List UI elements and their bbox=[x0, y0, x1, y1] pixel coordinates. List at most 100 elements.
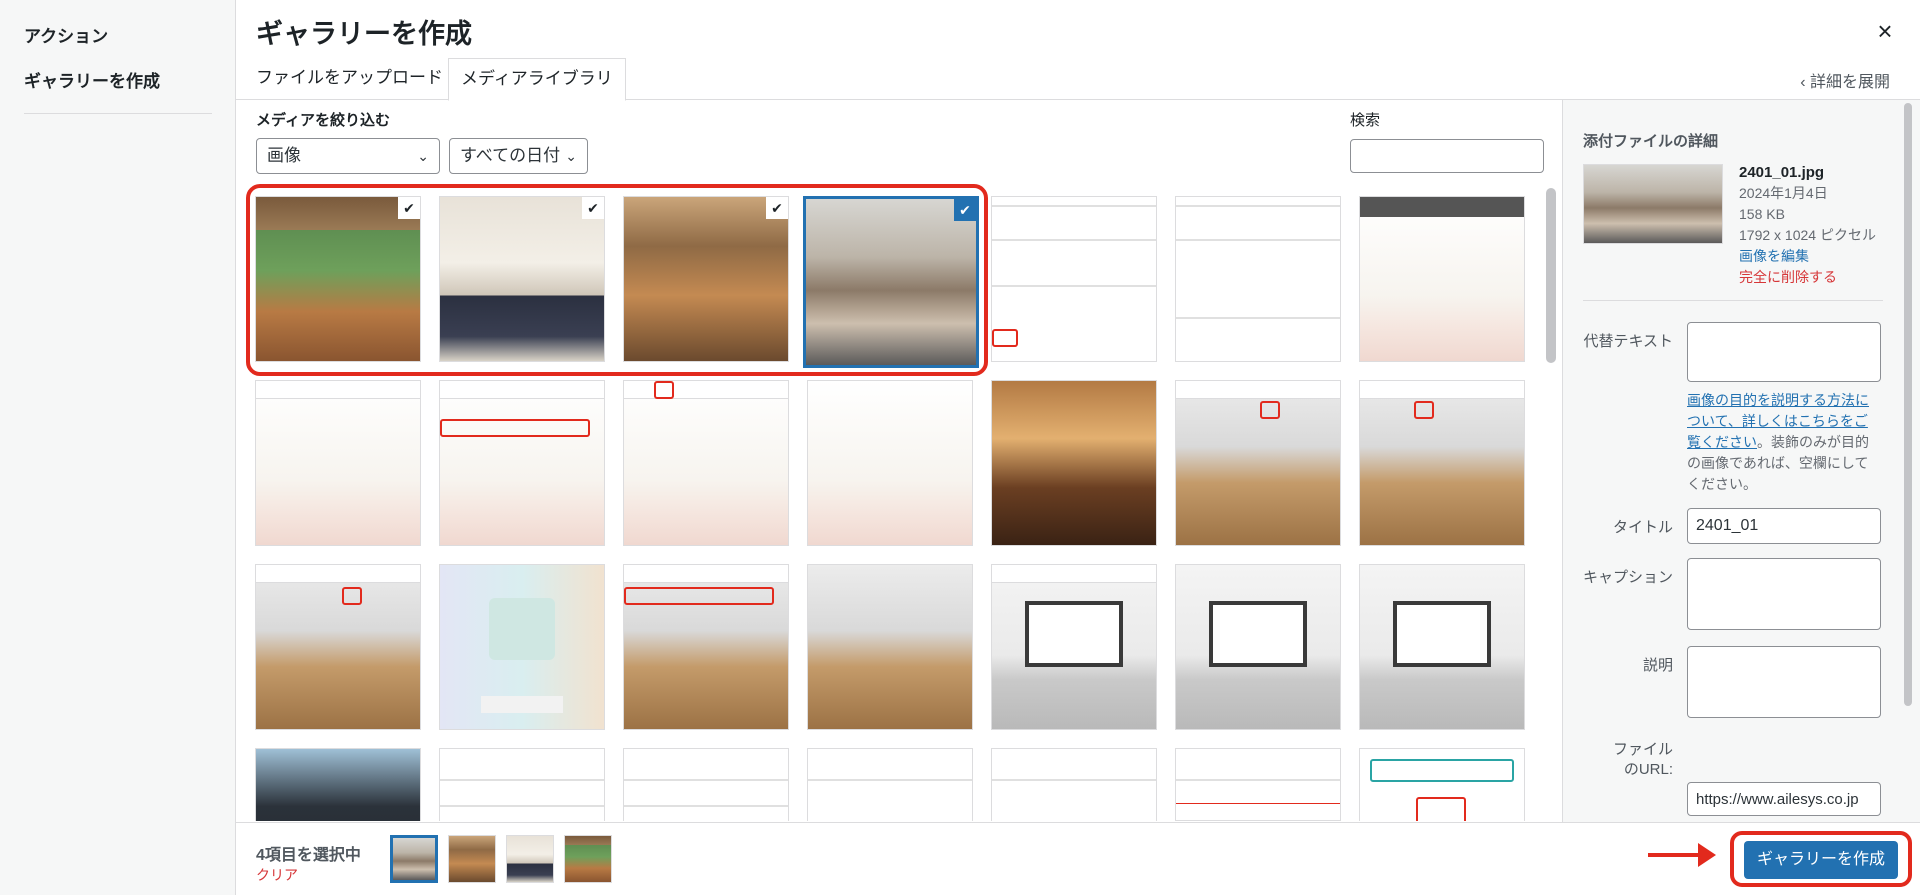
grid-scrollbar[interactable] bbox=[1546, 188, 1556, 363]
attachment-thumbnail[interactable]: ✔ bbox=[439, 196, 605, 362]
annotation-arrow-head bbox=[1698, 843, 1716, 867]
details-size: 158 KB bbox=[1739, 206, 1785, 222]
caption-label: キャプション bbox=[1582, 569, 1673, 586]
attachment-thumbnail[interactable] bbox=[1175, 564, 1341, 730]
attachment-thumbnail[interactable] bbox=[439, 380, 605, 546]
selection-count: 4項目を選択中 bbox=[256, 847, 361, 864]
page-title: ギャラリーを作成 bbox=[256, 19, 472, 49]
media-grid: ✔ ✔ ✔ ✔ bbox=[255, 196, 1529, 821]
chevron-down-icon: ⌄ bbox=[417, 148, 429, 164]
code-screen-photo bbox=[256, 749, 420, 821]
attachment-thumbnail[interactable] bbox=[991, 564, 1157, 730]
tab-bar: ファイルをアップロード メディアライブラリ bbox=[236, 56, 1920, 101]
checkmark-icon[interactable]: ✔ bbox=[954, 199, 976, 221]
attachment-thumbnail[interactable] bbox=[807, 564, 973, 730]
attachment-details-panel: 添付ファイルの詳細 2401_01.jpg 2024年1月4日 158 KB 1… bbox=[1562, 100, 1920, 822]
monitor-photo bbox=[1176, 565, 1340, 729]
alt-text-label: 代替テキスト bbox=[1583, 333, 1673, 350]
file-url-field[interactable] bbox=[1687, 782, 1881, 816]
selected-thumbnail[interactable] bbox=[506, 835, 554, 883]
sidebar-divider bbox=[24, 113, 212, 114]
title-field[interactable] bbox=[1687, 508, 1881, 544]
expand-details-link[interactable]: ‹ 詳細を展開 bbox=[1800, 68, 1890, 92]
chevron-down-icon: ⌄ bbox=[565, 148, 577, 164]
selected-thumbnail[interactable] bbox=[448, 835, 496, 883]
clear-selection-link[interactable]: クリア bbox=[256, 865, 298, 885]
cafe-photo bbox=[256, 197, 420, 361]
cafe-hall-photo bbox=[624, 197, 788, 361]
attachment-thumbnail[interactable] bbox=[1359, 564, 1525, 730]
attachment-thumbnail[interactable] bbox=[623, 564, 789, 730]
edit-image-link[interactable]: 画像を編集 bbox=[1739, 246, 1876, 267]
attachment-thumbnail-current[interactable]: ✔ bbox=[803, 196, 979, 368]
attachment-thumbnail[interactable]: ✔ bbox=[255, 196, 421, 362]
attachment-thumbnail[interactable] bbox=[623, 380, 789, 546]
attachment-thumbnail[interactable] bbox=[439, 564, 605, 730]
attachment-thumbnail[interactable] bbox=[1175, 196, 1341, 362]
tab-media-library[interactable]: メディアライブラリ bbox=[448, 58, 626, 101]
ui-screenshot bbox=[1176, 749, 1340, 821]
flowers-ui-screenshot bbox=[440, 381, 604, 545]
attachment-thumbnail[interactable] bbox=[991, 380, 1157, 546]
details-scrollbar[interactable] bbox=[1904, 103, 1912, 706]
alt-text-help: 画像の目的を説明する方法について、詳しくはこちらをご覧ください。装飾のみが目的の… bbox=[1687, 390, 1881, 495]
description-field[interactable] bbox=[1687, 646, 1881, 718]
attachment-thumbnail[interactable] bbox=[991, 196, 1157, 362]
search-ui-screenshot bbox=[1360, 749, 1524, 821]
attachment-thumbnail[interactable] bbox=[1175, 748, 1341, 821]
desk-ui-screenshot bbox=[624, 565, 788, 729]
details-dimensions: 1792 x 1024 ピクセル bbox=[1739, 227, 1876, 243]
checkmark-icon[interactable]: ✔ bbox=[398, 197, 420, 219]
attachment-thumbnail[interactable] bbox=[255, 564, 421, 730]
delete-permanently-link[interactable]: 完全に削除する bbox=[1739, 267, 1876, 288]
bouquet-photo bbox=[992, 381, 1156, 545]
description-label: 説明 bbox=[1642, 657, 1673, 674]
date-filter-select[interactable]: すべての日付 ⌄ bbox=[449, 138, 588, 174]
tab-upload-files[interactable]: ファイルをアップロード bbox=[244, 58, 455, 101]
desk-ui-screenshot bbox=[1176, 381, 1340, 545]
close-icon[interactable]: × bbox=[1872, 18, 1898, 44]
attachment-thumbnail[interactable] bbox=[991, 748, 1157, 821]
media-type-select[interactable]: 画像 ⌄ bbox=[256, 138, 440, 174]
desk-ui-screenshot bbox=[256, 565, 420, 729]
attachment-thumbnail[interactable] bbox=[807, 380, 973, 546]
create-gallery-button[interactable]: ギャラリーを作成 bbox=[1744, 841, 1898, 879]
attachment-thumbnail[interactable]: ✔ bbox=[623, 196, 789, 362]
alt-text-field[interactable] bbox=[1687, 322, 1881, 382]
man-laptop-photo bbox=[440, 197, 604, 361]
details-preview-image bbox=[1583, 164, 1723, 244]
selected-thumbnail[interactable] bbox=[390, 835, 438, 883]
search-label: 検索 bbox=[1350, 112, 1381, 129]
checkmark-icon[interactable]: ✔ bbox=[582, 197, 604, 219]
media-type-value: 画像 bbox=[267, 146, 301, 165]
attachment-thumbnail[interactable] bbox=[623, 748, 789, 821]
details-divider bbox=[1583, 300, 1883, 301]
woman-laptop-photo bbox=[806, 199, 976, 365]
details-heading: 添付ファイルの詳細 bbox=[1583, 133, 1719, 150]
attachment-thumbnail[interactable] bbox=[1359, 196, 1525, 362]
flowers-ui-screenshot bbox=[624, 381, 788, 545]
attachment-thumbnail[interactable] bbox=[255, 380, 421, 546]
attachment-thumbnail[interactable] bbox=[255, 748, 421, 821]
ui-screenshot bbox=[992, 749, 1156, 821]
ui-screenshot bbox=[992, 197, 1156, 361]
attachment-thumbnail[interactable] bbox=[1175, 380, 1341, 546]
search-input[interactable] bbox=[1350, 139, 1544, 173]
annotation-arrow bbox=[1648, 853, 1704, 857]
filter-label: メディアを絞り込む bbox=[256, 112, 390, 129]
flowers-photo bbox=[1360, 197, 1524, 361]
checkmark-icon[interactable]: ✔ bbox=[766, 197, 788, 219]
attachment-thumbnail[interactable] bbox=[1359, 380, 1525, 546]
attachment-thumbnail[interactable] bbox=[807, 748, 973, 821]
banner-screenshot bbox=[440, 565, 604, 729]
caption-field[interactable] bbox=[1687, 558, 1881, 630]
monitor-photo bbox=[1360, 565, 1524, 729]
details-date: 2024年1月4日 bbox=[1739, 185, 1828, 201]
sidebar: アクション ギャラリーを作成 bbox=[0, 0, 236, 895]
attachment-thumbnail[interactable] bbox=[439, 748, 605, 821]
selected-thumbnail[interactable] bbox=[564, 835, 612, 883]
sidebar-section-title: アクション bbox=[24, 27, 109, 46]
attachment-thumbnail[interactable] bbox=[1359, 748, 1525, 821]
flowers-photo bbox=[808, 381, 972, 545]
sidebar-item-create-gallery[interactable]: ギャラリーを作成 bbox=[24, 67, 160, 92]
